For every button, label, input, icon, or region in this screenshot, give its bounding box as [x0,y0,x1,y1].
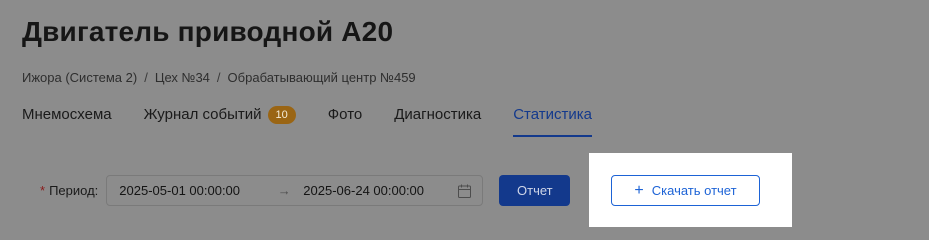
tab-statistics[interactable]: Статистика [513,103,592,137]
breadcrumb-item-machine-center[interactable]: Обрабатывающий центр №459 [228,70,416,85]
tab-label: Статистика [513,106,592,123]
breadcrumb-item-workshop[interactable]: Цех №34 [155,70,210,85]
breadcrumb: Ижора (Система 2) / Цех №34 / Обрабатыва… [22,70,416,85]
tab-label: Диагностика [394,106,482,123]
tab-photo[interactable]: Фото [328,103,362,127]
tab-bar: Мнемосхема Журнал событий 10 Фото Диагно… [22,103,592,137]
date-range-picker[interactable]: 2025-05-01 00:00:00 → 2025-06-24 00:00:0… [106,175,484,206]
download-report-label: Скачать отчет [651,183,737,198]
event-count-badge: 10 [267,106,296,124]
period-label: * Период: [40,183,98,198]
period-filter: * Период: 2025-05-01 00:00:00 → 2025-06-2… [40,175,571,206]
tab-label: Фото [327,106,363,123]
range-arrow-icon: → [277,183,291,198]
period-label-colon: : [94,183,99,198]
page-title: Двигатель приводной А20 [22,16,394,47]
plus-icon: + [634,181,644,199]
report-button[interactable]: Отчет [499,175,571,206]
tab-diagnostics[interactable]: Диагностика [394,103,481,127]
tab-event-log[interactable]: Журнал событий 10 [144,103,296,127]
calendar-icon [458,184,472,198]
tab-label: Мнемосхема [22,106,112,123]
breadcrumb-separator: / [216,70,221,85]
required-mark: * [40,183,46,198]
breadcrumb-separator: / [144,70,148,85]
tab-label: Журнал событий [143,106,262,123]
end-date-input[interactable]: 2025-06-24 00:00:00 [303,183,453,198]
tab-mnemoscheme[interactable]: Мнемосхема [22,103,112,127]
period-label-text: Период [49,183,95,198]
start-date-input[interactable]: 2025-05-01 00:00:00 [119,183,269,198]
breadcrumb-item-system[interactable]: Ижора (Система 2) [22,70,137,85]
download-report-button[interactable]: + Скачать отчет [611,175,760,206]
